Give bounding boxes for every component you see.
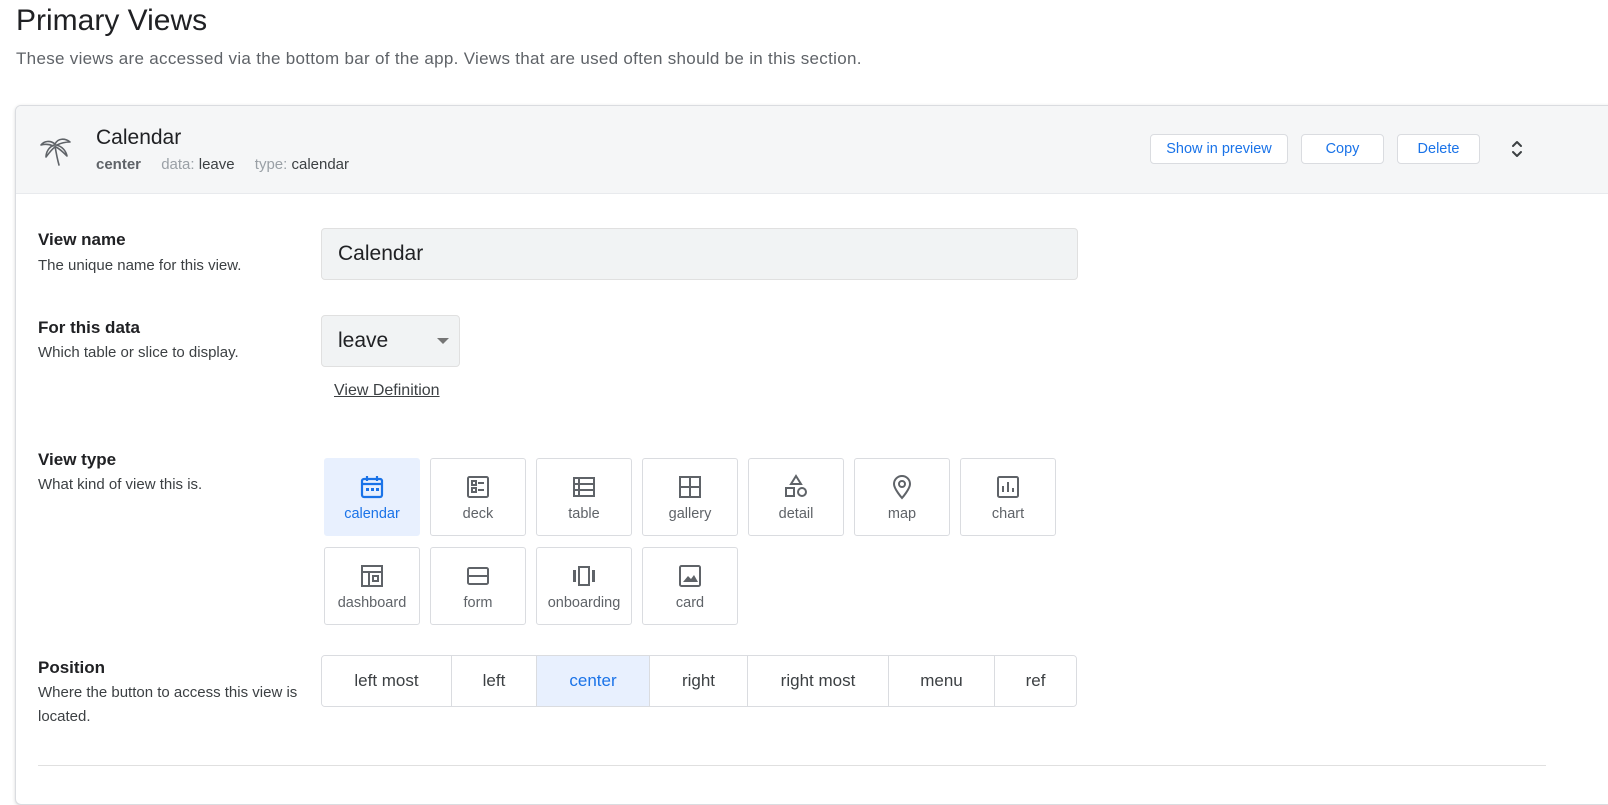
position-label: Position xyxy=(38,658,106,677)
palm-tree-icon xyxy=(40,138,71,166)
view-type-map[interactable]: map xyxy=(854,458,950,536)
deck-icon xyxy=(467,476,489,498)
meta-data-key: data: xyxy=(161,156,195,173)
position-option-right-most[interactable]: right most xyxy=(748,656,889,706)
view-type-deck[interactable]: deck xyxy=(430,458,526,536)
map-pin-icon xyxy=(892,475,912,500)
page-subtitle: These views are accessed via the bottom … xyxy=(16,49,862,68)
position-option-ref[interactable]: ref xyxy=(995,656,1076,706)
view-type-chart[interactable]: chart xyxy=(960,458,1056,536)
view-position-badge: center xyxy=(96,156,142,173)
for-this-data-description: Which table or slice to display. xyxy=(38,344,239,361)
position-option-menu[interactable]: menu xyxy=(889,656,995,706)
meta-type-key: type: xyxy=(254,156,288,173)
gallery-icon xyxy=(679,476,701,498)
view-type-card[interactable]: card xyxy=(642,547,738,625)
view-type-dashboard[interactable]: dashboard xyxy=(324,547,420,625)
view-name-description: The unique name for this view. xyxy=(38,257,242,274)
view-card-header[interactable]: Calendar center data: leave type: calend… xyxy=(16,106,1608,194)
card-icon xyxy=(679,565,701,587)
view-name-label: View name xyxy=(38,230,126,249)
position-option-left-most[interactable]: left most xyxy=(322,656,452,706)
view-type-detail[interactable]: detail xyxy=(748,458,844,536)
onboarding-icon xyxy=(573,566,595,586)
view-type-table[interactable]: table xyxy=(536,458,632,536)
delete-button[interactable]: Delete xyxy=(1397,134,1480,164)
position-option-right[interactable]: right xyxy=(650,656,748,706)
data-source-select[interactable]: leave xyxy=(321,315,460,367)
data-source-value: leave xyxy=(338,329,389,352)
unfold-icon[interactable] xyxy=(1504,136,1530,162)
dropdown-arrow-icon xyxy=(437,338,449,344)
view-meta: center data: leave type: calendar xyxy=(96,156,365,173)
for-this-data-label: For this data xyxy=(38,318,141,337)
table-icon xyxy=(573,477,595,497)
position-option-left[interactable]: left xyxy=(452,656,537,706)
dashboard-icon xyxy=(361,565,383,587)
view-card: Calendar center data: leave type: calend… xyxy=(15,105,1608,805)
detail-icon xyxy=(785,474,807,497)
calendar-icon xyxy=(360,476,384,499)
position-option-center[interactable]: center xyxy=(537,656,650,706)
view-type-label: View type xyxy=(38,450,117,469)
position-segmented-control: left most left center right right most m… xyxy=(321,655,1077,707)
page-title: Primary Views xyxy=(16,4,208,37)
view-type-description: What kind of view this is. xyxy=(38,476,203,493)
view-type-calendar[interactable]: calendar xyxy=(324,458,420,536)
view-title: Calendar xyxy=(96,126,182,149)
view-type-gallery[interactable]: gallery xyxy=(642,458,738,536)
meta-data-value: leave xyxy=(198,156,235,173)
view-name-input[interactable] xyxy=(321,228,1078,280)
chart-icon xyxy=(997,476,1019,498)
view-type-form[interactable]: form xyxy=(430,547,526,625)
copy-button[interactable]: Copy xyxy=(1301,134,1384,164)
section-divider xyxy=(38,765,1546,766)
form-icon xyxy=(467,567,489,585)
view-definition-link[interactable]: View Definition xyxy=(334,382,440,400)
meta-type-value: calendar xyxy=(291,156,350,173)
position-description: Where the button to access this view is … xyxy=(38,684,298,725)
view-type-onboarding[interactable]: onboarding xyxy=(536,547,632,625)
show-in-preview-button[interactable]: Show in preview xyxy=(1150,134,1288,164)
